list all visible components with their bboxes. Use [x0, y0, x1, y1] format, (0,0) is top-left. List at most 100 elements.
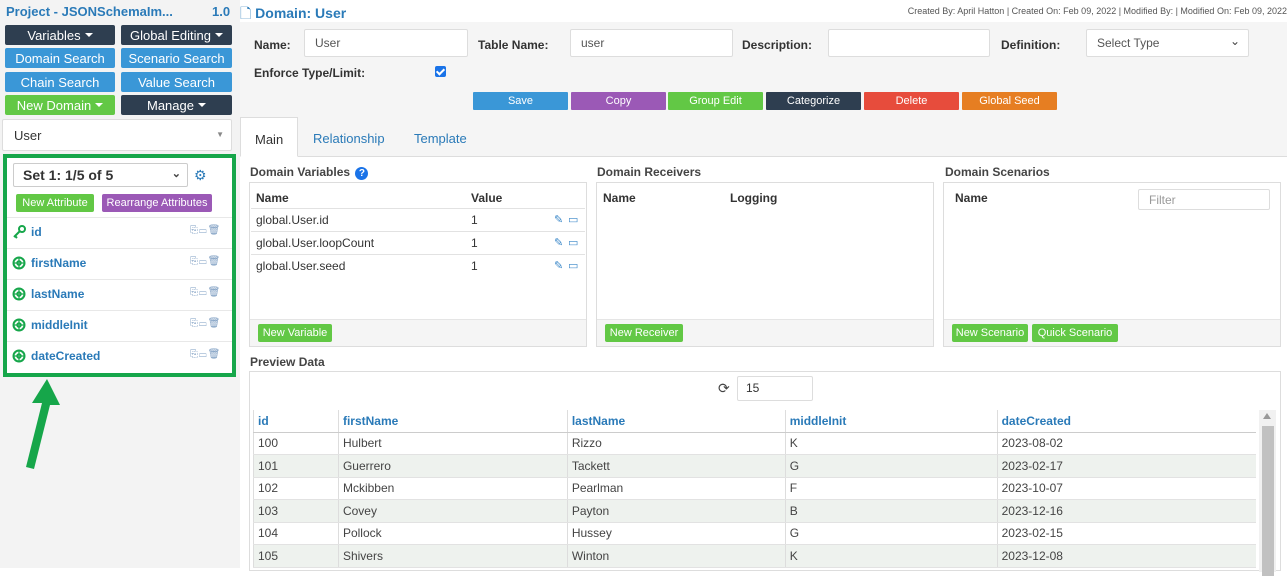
- tab-main[interactable]: Main: [240, 117, 299, 157]
- table-cell: G: [784, 454, 998, 478]
- scenario-search-button[interactable]: Scenario Search: [121, 48, 232, 68]
- table-cell: F: [784, 477, 998, 500]
- copy-button[interactable]: Copy: [571, 92, 666, 110]
- column-header-middleInit[interactable]: middleInit: [784, 410, 998, 433]
- copy-icon[interactable]: ⎘: [190, 256, 199, 267]
- save-button[interactable]: Save: [473, 92, 568, 110]
- quick-scenario-button[interactable]: Quick Scenario: [1032, 324, 1118, 342]
- variable-row[interactable]: global.User.id 1 ✎ ▭: [251, 208, 585, 230]
- attribute-row[interactable]: firstName ⎘▭🗑: [7, 248, 232, 279]
- table-cell: 100: [253, 432, 339, 455]
- new-scenario-button[interactable]: New Scenario: [952, 324, 1028, 342]
- comment-icon[interactable]: ▭: [199, 256, 208, 267]
- attribute-name[interactable]: firstName: [31, 256, 86, 270]
- table-cell: Winton: [566, 544, 786, 568]
- help-icon[interactable]: ?: [355, 167, 369, 180]
- definition-select[interactable]: Select Type ⌄: [1086, 29, 1249, 57]
- categorize-button[interactable]: Categorize: [766, 92, 861, 110]
- column-header-lastName[interactable]: lastName: [566, 410, 786, 433]
- manage-button[interactable]: Manage: [121, 95, 232, 115]
- new-variable-button[interactable]: New Variable: [258, 324, 332, 342]
- copy-icon[interactable]: ⎘: [190, 287, 199, 298]
- attribute-name[interactable]: middleInit: [31, 318, 88, 332]
- variable-row[interactable]: global.User.loopCount 1 ✎ ▭: [251, 231, 585, 253]
- attribute-name[interactable]: id: [31, 225, 42, 239]
- trash-icon[interactable]: 🗑: [208, 349, 222, 360]
- comment-icon[interactable]: ▭: [568, 236, 578, 249]
- table-name-input[interactable]: user: [570, 29, 733, 57]
- edit-pencil-icon[interactable]: ✎: [554, 213, 563, 226]
- table-cell: Payton: [566, 499, 786, 523]
- global-seed-button[interactable]: Global Seed: [962, 92, 1057, 110]
- variables-button[interactable]: Variables: [5, 25, 115, 45]
- tab-template[interactable]: Template: [400, 117, 481, 157]
- attribute-row[interactable]: middleInit ⎘▭🗑: [7, 310, 232, 341]
- edit-pencil-icon[interactable]: ✎: [554, 259, 563, 272]
- preview-data-panel: ⟳ 15 id firstName lastName middleInit dateCr…: [249, 371, 1281, 576]
- manage-button-label: Manage: [147, 97, 194, 113]
- scenario-filter-input[interactable]: Filter: [1138, 189, 1270, 210]
- global-editing-button[interactable]: Global Editing: [121, 25, 232, 45]
- trash-icon[interactable]: 🗑: [208, 256, 222, 267]
- column-header-firstName[interactable]: firstName: [337, 410, 568, 433]
- domain-search-button[interactable]: Domain Search: [5, 48, 115, 68]
- edit-pencil-icon[interactable]: ✎: [554, 236, 563, 249]
- annotation-arrow-icon: [26, 379, 60, 469]
- comment-icon[interactable]: ▭: [199, 225, 208, 236]
- variable-value: 1: [471, 213, 478, 227]
- comment-icon[interactable]: ▭: [199, 287, 208, 298]
- table-row[interactable]: 103 Covey Payton B 2023-12-16: [253, 499, 1256, 523]
- definition-label: Definition:: [1001, 38, 1061, 52]
- attribute-row[interactable]: lastName ⎘▭🗑: [7, 279, 232, 310]
- column-header-dateCreated[interactable]: dateCreated: [996, 410, 1256, 433]
- domain-select[interactable]: User ▼: [2, 119, 232, 151]
- value-search-button[interactable]: Value Search: [121, 72, 232, 92]
- attribute-name[interactable]: dateCreated: [31, 349, 100, 363]
- attribute-row[interactable]: dateCreated ⎘▭🗑: [7, 341, 232, 372]
- refresh-icon[interactable]: ⟳: [718, 380, 730, 397]
- set-select[interactable]: Set 1: 1/5 of 5 ⌄: [13, 163, 188, 187]
- table-row[interactable]: 100 Hulbert Rizzo K 2023-08-02: [253, 432, 1256, 455]
- comment-icon[interactable]: ▭: [199, 318, 208, 329]
- tab-relationship[interactable]: Relationship: [299, 117, 399, 157]
- comment-icon[interactable]: ▭: [568, 259, 578, 272]
- copy-icon[interactable]: ⎘: [190, 349, 199, 360]
- attribute-row[interactable]: id ⎘▭🗑: [7, 217, 232, 248]
- delete-button[interactable]: Delete: [864, 92, 959, 110]
- column-header-id[interactable]: id: [253, 410, 339, 433]
- chain-search-button[interactable]: Chain Search: [5, 72, 115, 92]
- table-row[interactable]: 102 Mckibben Pearlman F 2023-10-07: [253, 477, 1256, 500]
- project-title[interactable]: Project - JSONSchemaIm...: [6, 4, 173, 19]
- trash-icon[interactable]: 🗑: [208, 318, 222, 329]
- variable-value: 1: [471, 236, 478, 250]
- new-attribute-button[interactable]: New Attribute: [16, 194, 94, 212]
- set-select-value: Set 1: 1/5 of 5: [23, 167, 114, 183]
- variable-row[interactable]: global.User.seed 1 ✎ ▭: [251, 254, 585, 276]
- comment-icon[interactable]: ▭: [568, 213, 578, 226]
- attribute-name[interactable]: lastName: [31, 287, 84, 301]
- enforce-checkbox[interactable]: [435, 66, 446, 77]
- description-input[interactable]: [828, 29, 990, 57]
- comment-icon[interactable]: ▭: [199, 349, 208, 360]
- new-domain-button[interactable]: New Domain: [5, 95, 115, 115]
- trash-icon[interactable]: 🗑: [208, 225, 222, 236]
- dropdown-arrow-icon: ▼: [216, 130, 224, 139]
- attribute-actions: ⎘▭🗑: [190, 318, 221, 329]
- settings-gear-icon[interactable]: ⚙: [194, 167, 207, 184]
- rearrange-attributes-button[interactable]: Rearrange Attributes: [102, 194, 212, 212]
- preview-count-input[interactable]: 15: [737, 376, 813, 401]
- table-cell: Hulbert: [337, 432, 568, 455]
- copy-icon[interactable]: ⎘: [190, 225, 199, 236]
- table-row[interactable]: 105 Shivers Winton K 2023-12-08: [253, 544, 1256, 568]
- table-row[interactable]: 101 Guerrero Tackett G 2023-02-17: [253, 454, 1256, 478]
- group-edit-button[interactable]: Group Edit: [668, 92, 763, 110]
- new-receiver-button[interactable]: New Receiver: [605, 324, 683, 342]
- table-row[interactable]: 104 Pollock Hussey G 2023-02-15: [253, 522, 1256, 545]
- table-cell: 2023-12-16: [996, 499, 1256, 523]
- name-input[interactable]: User: [304, 29, 468, 57]
- trash-icon[interactable]: 🗑: [208, 287, 222, 298]
- scrollbar[interactable]: [1259, 410, 1276, 576]
- scrollbar-thumb[interactable]: [1262, 426, 1274, 576]
- scroll-up-icon[interactable]: [1263, 413, 1271, 419]
- copy-icon[interactable]: ⎘: [190, 318, 199, 329]
